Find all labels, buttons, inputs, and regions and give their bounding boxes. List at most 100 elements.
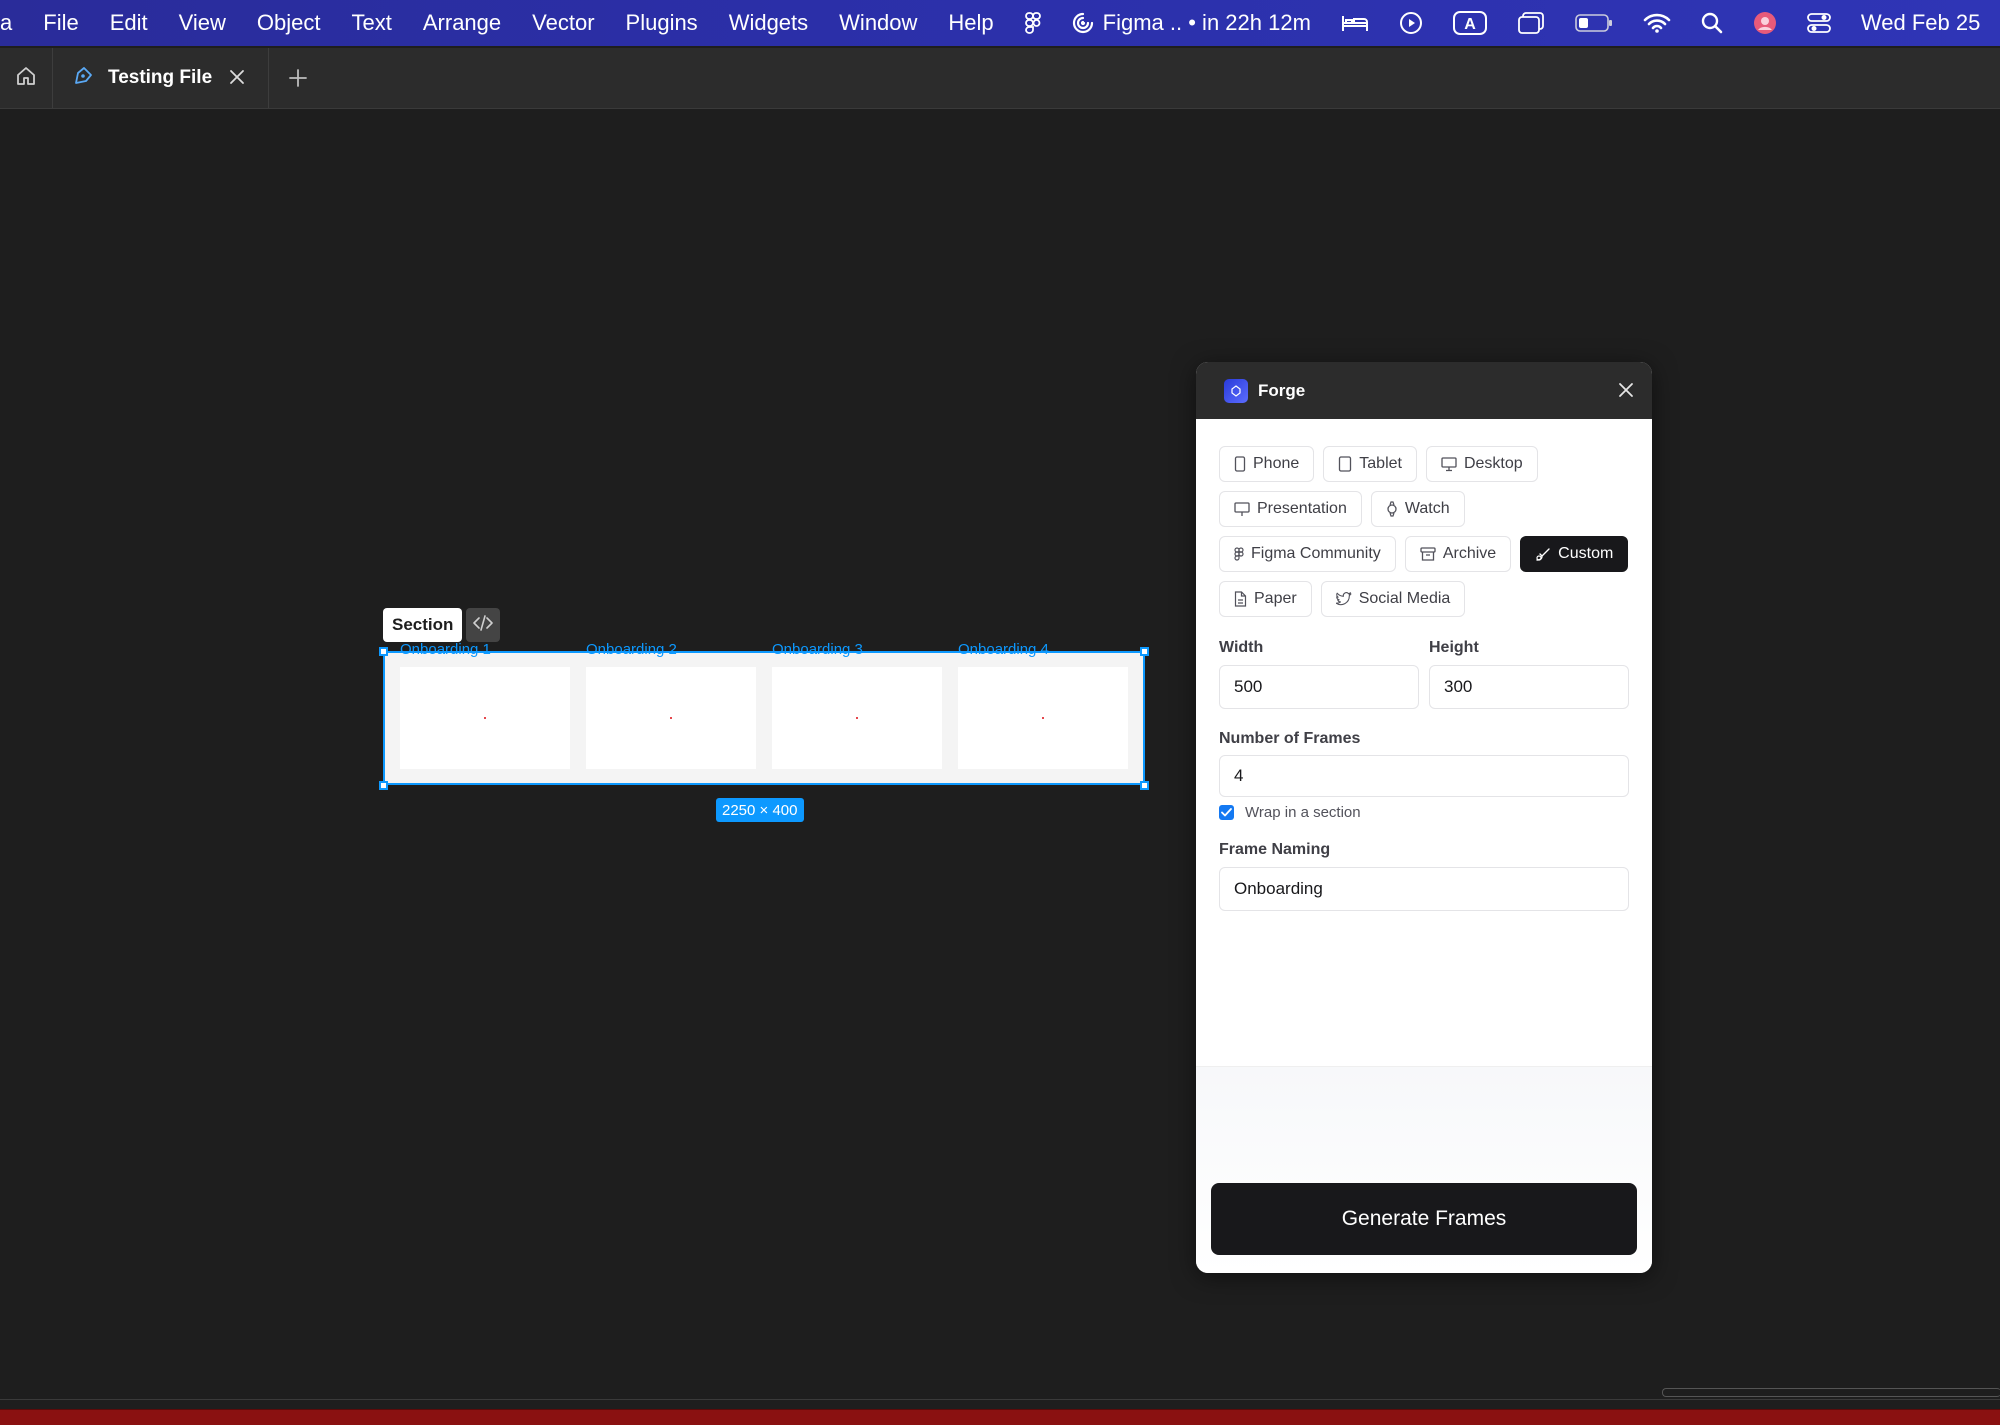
preset-paper[interactable]: Paper (1219, 581, 1312, 617)
dock-strip (0, 1409, 2000, 1425)
focus-timer-text[interactable]: Figma .. • in 22h 12m (1103, 10, 1311, 36)
frame-label-1[interactable]: Onboarding 1 (400, 641, 491, 658)
menu-edit[interactable]: Edit (110, 10, 148, 36)
frame-naming-input[interactable] (1219, 867, 1629, 911)
text-input-icon[interactable]: A (1452, 11, 1487, 35)
menu-view[interactable]: View (179, 10, 226, 36)
menu-window[interactable]: Window (839, 10, 917, 36)
preset-watch[interactable]: Watch (1370, 491, 1465, 527)
new-tab-plus-icon[interactable] (286, 66, 310, 95)
generate-frames-button[interactable]: Generate Frames (1211, 1183, 1637, 1255)
frame-onboarding-3[interactable] (772, 667, 942, 769)
preset-figma-community[interactable]: Figma Community (1219, 536, 1396, 572)
resize-handle-top-left[interactable] (379, 647, 388, 656)
checkmark-icon[interactable] (1219, 805, 1234, 820)
horizontal-scrollbar[interactable] (1662, 1388, 2000, 1397)
preset-desktop-label: Desktop (1463, 455, 1523, 472)
resize-handle-bottom-right[interactable] (1140, 781, 1149, 790)
custom-brush-icon (1536, 547, 1550, 561)
menu-arrange[interactable]: Arrange (423, 10, 501, 36)
home-icon (15, 65, 37, 92)
width-label: Width (1219, 639, 1264, 656)
selection-size-badge: 2250 × 400 (716, 798, 804, 822)
close-plugin-icon[interactable] (1616, 380, 1636, 405)
preset-phone-label: Phone (1253, 455, 1300, 472)
desktop-icon (1441, 456, 1457, 471)
twitter-bird-icon (1335, 592, 1352, 606)
tab-testing-file[interactable]: Testing File (52, 48, 269, 108)
tablet-icon (1339, 456, 1352, 472)
search-icon[interactable] (1701, 12, 1723, 34)
menu-widgets[interactable]: Widgets (729, 10, 808, 36)
section-label-chip[interactable]: Section (383, 608, 463, 642)
preset-phone[interactable]: Phone (1219, 446, 1315, 482)
dev-mode-code-button[interactable] (466, 608, 500, 642)
number-of-frames-input[interactable] (1219, 755, 1629, 797)
figma-logo-icon[interactable] (1024, 12, 1041, 34)
menu-plugins[interactable]: Plugins (626, 10, 698, 36)
height-input[interactable] (1429, 665, 1629, 709)
forge-logo-icon (1224, 378, 1248, 403)
menu-vector[interactable]: Vector (532, 10, 594, 36)
menu-bar: a File Edit View Object Text Arrange Vec… (0, 0, 2000, 46)
resize-handle-bottom-left[interactable] (379, 781, 388, 790)
user-avatar-icon[interactable] (1753, 11, 1777, 35)
window-stack-icon[interactable] (1517, 12, 1545, 34)
wrap-in-section-label: Wrap in a section (1245, 804, 1361, 821)
tab-label: Testing File (108, 67, 213, 88)
code-icon (473, 614, 493, 636)
frame-label-4[interactable]: Onboarding 4 (958, 641, 1049, 658)
preset-custom[interactable]: Custom (1520, 536, 1629, 572)
frame-onboarding-4[interactable] (958, 667, 1128, 769)
number-of-frames-label: Number of Frames (1219, 730, 1361, 747)
preset-paper-label: Paper (1254, 590, 1297, 607)
height-label: Height (1429, 639, 1479, 656)
paper-icon (1234, 591, 1247, 607)
menu-text[interactable]: Text (352, 10, 392, 36)
control-center-icon[interactable] (1807, 12, 1831, 34)
close-tab-icon[interactable] (228, 68, 246, 91)
phone-icon (1234, 456, 1246, 472)
battery-icon[interactable] (1575, 13, 1613, 33)
play-circle-icon[interactable] (1399, 11, 1423, 35)
presentation-icon (1234, 501, 1250, 516)
bed-icon[interactable] (1341, 13, 1369, 33)
tab-bar: Testing File (0, 48, 2000, 109)
preset-desktop[interactable]: Desktop (1425, 446, 1538, 482)
plugin-header[interactable]: Forge (1196, 362, 1652, 419)
forge-plugin-panel: Forge Phone Tablet Desktop Presentation (1196, 362, 1652, 1273)
device-preset-list: Phone Tablet Desktop Presentation Watch (1219, 446, 1639, 626)
menu-object[interactable]: Object (257, 10, 321, 36)
preset-archive[interactable]: Archive (1404, 536, 1512, 572)
preset-presentation[interactable]: Presentation (1219, 491, 1362, 527)
focus-spiral-icon[interactable] (1071, 11, 1095, 35)
frame-onboarding-1[interactable] (400, 667, 570, 769)
frame-onboarding-2[interactable] (586, 667, 756, 769)
svg-text:A: A (1464, 16, 1476, 33)
resize-handle-top-right[interactable] (1140, 647, 1149, 656)
wrap-in-section-checkbox[interactable]: Wrap in a section (1219, 804, 1361, 821)
menu-help[interactable]: Help (948, 10, 993, 36)
preset-tablet-label: Tablet (1359, 455, 1402, 472)
frame-naming-label: Frame Naming (1219, 841, 1331, 858)
figma-icon (1234, 546, 1244, 561)
preset-custom-label: Custom (1558, 545, 1614, 562)
width-input[interactable] (1219, 665, 1419, 709)
preset-social-media[interactable]: Social Media (1320, 581, 1466, 617)
preset-tablet[interactable]: Tablet (1323, 446, 1417, 482)
file-pen-icon (72, 65, 94, 92)
preset-social-media-label: Social Media (1358, 590, 1451, 607)
frame-label-3[interactable]: Onboarding 3 (772, 641, 863, 658)
menu-file[interactable]: File (43, 10, 78, 36)
preset-figma-community-label: Figma Community (1251, 545, 1381, 562)
preset-watch-label: Watch (1404, 500, 1450, 517)
menu-clock[interactable]: Wed Feb 25 (1861, 10, 1980, 36)
wifi-icon[interactable] (1643, 12, 1671, 34)
app-menu-fragment[interactable]: a (0, 10, 12, 36)
plugin-title: Forge (1258, 380, 1306, 400)
preset-archive-label: Archive (1442, 545, 1497, 562)
preset-presentation-label: Presentation (1257, 500, 1347, 517)
canvas-bottom-divider (0, 1399, 2000, 1400)
frame-label-2[interactable]: Onboarding 2 (586, 641, 677, 658)
home-button[interactable] (0, 48, 53, 108)
